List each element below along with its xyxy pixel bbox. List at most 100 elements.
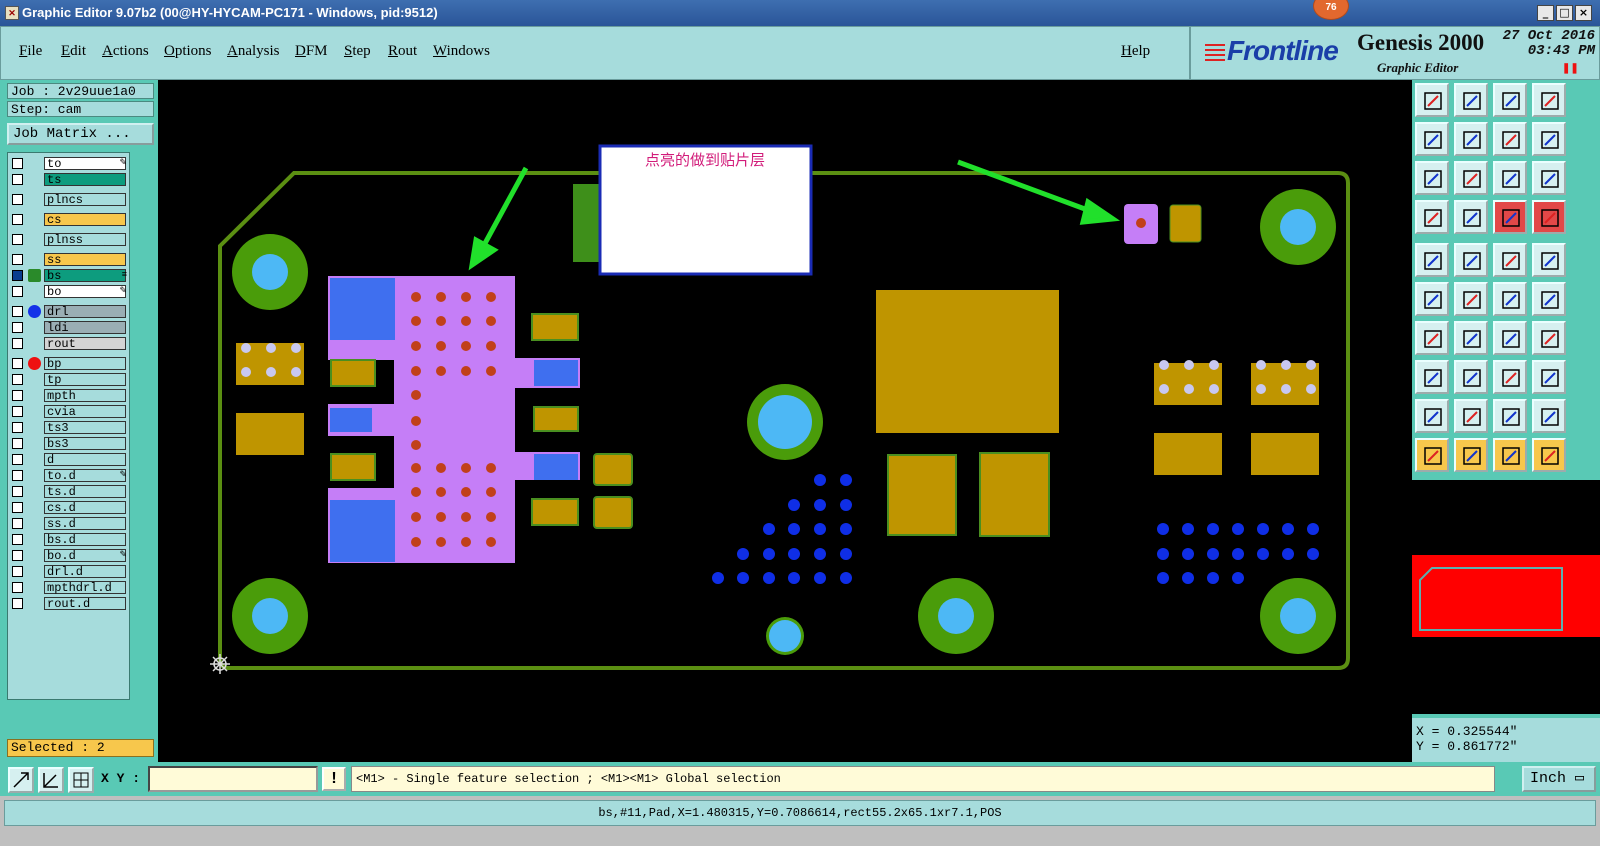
xy-input[interactable] [148,766,318,792]
arc-tool-button[interactable] [1493,399,1527,433]
layer-row[interactable]: ss.d [8,517,129,531]
home-down-tool-button[interactable] [1454,83,1488,117]
layer-name[interactable]: cvia [44,405,126,418]
measure-tool-button[interactable] [38,767,64,793]
overview-map[interactable] [1412,480,1600,714]
layer-row[interactable]: ts [8,173,129,187]
layer-row[interactable]: cs.d [8,501,129,515]
layer-name[interactable]: mpth [44,389,126,402]
pcb-view[interactable]: 点亮的做到贴片层 [158,80,1412,762]
menu-dfm[interactable]: DFM [295,43,328,60]
layer-checkbox[interactable] [12,598,23,609]
menu-windows[interactable]: Windows [433,43,490,60]
menu-options[interactable]: Options [164,43,212,60]
layer-row[interactable]: mpthdrl.d [8,581,129,595]
move-tool-button[interactable] [1493,282,1527,316]
layer-row[interactable]: bo ✎ [8,285,129,299]
layer-checkbox[interactable] [12,174,23,185]
line-node-tool-button[interactable] [1415,282,1449,316]
grid-tool-button[interactable] [68,767,94,793]
layer-name[interactable]: to [44,157,126,170]
layer-row[interactable]: rout [8,337,129,351]
overview-map-svg[interactable] [1412,480,1600,714]
mirror-tool-button[interactable] [1532,321,1566,355]
layer-row[interactable]: d [8,453,129,467]
redraw-tool-button[interactable] [1532,122,1566,156]
shape-tool-button[interactable] [1454,243,1488,277]
units-selector[interactable]: Inch ▭ [1522,766,1596,792]
angle-add-tool-button[interactable] [1415,321,1449,355]
net-tool-button[interactable] [1493,200,1527,234]
layer-name[interactable]: tp [44,373,126,386]
window-tool-button[interactable] [1532,83,1566,117]
layer-name[interactable]: drl.d [44,565,126,578]
layer-row[interactable]: drl [8,305,129,319]
pan-right-tool-button[interactable] [1454,122,1488,156]
zoom-select-tool-button[interactable] [1532,161,1566,195]
arc-edit-tool-button[interactable] [1532,399,1566,433]
minimize-button[interactable]: _ [1537,5,1554,21]
layer-checkbox[interactable] [12,270,23,281]
layer-checkbox[interactable] [12,534,23,545]
layer-row[interactable]: bs.d [8,533,129,547]
layer-name[interactable]: bo [44,285,126,298]
close-button[interactable]: × [1575,5,1592,21]
layer-name[interactable]: rout.d [44,597,126,610]
layer-name[interactable]: to.d [44,469,126,482]
menu-help[interactable]: Help [1121,43,1150,60]
rotate-tool-button[interactable] [1493,321,1527,355]
layer-checkbox[interactable] [12,158,23,169]
layer-checkbox[interactable] [12,390,23,401]
pad-edit-tool-button[interactable] [1415,360,1449,394]
layer-checkbox[interactable] [12,550,23,561]
pad-add-tool-button[interactable] [1415,243,1449,277]
select-net-tool-button[interactable] [1532,438,1566,472]
ruler-tool-button[interactable] [1493,243,1527,277]
layer-checkbox[interactable] [12,486,23,497]
layer-checkbox[interactable] [12,406,23,417]
select-tool-button[interactable] [1493,438,1527,472]
route-tool-button[interactable] [1532,282,1566,316]
fit-tool-button[interactable] [1415,161,1449,195]
menu-actions[interactable]: Actions [102,43,149,60]
layer-row[interactable]: mpth [8,389,129,403]
layer-name[interactable]: d [44,453,126,466]
layer-checkbox[interactable] [12,566,23,577]
menu-rout[interactable]: Rout [388,43,417,60]
pan-left-tool-button[interactable] [1415,122,1449,156]
layer-name[interactable]: rout [44,337,126,350]
layer-checkbox[interactable] [12,338,23,349]
layer-row[interactable]: cs [8,213,129,227]
layer-checkbox[interactable] [12,582,23,593]
pause-icon[interactable]: ❚❚ [1562,63,1579,74]
layer-name[interactable]: plncs [44,193,126,206]
snap-tool-button[interactable] [1415,200,1449,234]
layer-row[interactable]: plncs [8,193,129,207]
layer-row[interactable]: bs3 [8,437,129,451]
menu-analysis[interactable]: Analysis [227,43,280,60]
layer-name[interactable]: plnss [44,233,126,246]
layer-checkbox[interactable] [12,194,23,205]
layer-checkbox[interactable] [12,286,23,297]
layer-row[interactable]: ts3 [8,421,129,435]
layer-name[interactable]: cs.d [44,501,126,514]
layer-row[interactable]: drl.d [8,565,129,579]
maximize-button[interactable]: □ [1556,5,1573,21]
layer-checkbox[interactable] [12,322,23,333]
layer-name[interactable]: bp [44,357,126,370]
layer-row[interactable]: bp [8,357,129,371]
layer-name[interactable]: cs [44,213,126,226]
snap-tool-button[interactable] [8,767,34,793]
connect-tool-button[interactable] [1454,200,1488,234]
zoom-back-tool-button[interactable] [1493,122,1527,156]
cursor-tool-button[interactable] [1415,438,1449,472]
layer-row[interactable]: ldi [8,321,129,335]
point-tool-button[interactable] [1532,243,1566,277]
net-select-tool-button[interactable] [1532,200,1566,234]
menu-file[interactable]: File [19,43,42,60]
layer-row[interactable]: tp [8,373,129,387]
layer-name[interactable]: bs [44,269,126,282]
job-matrix-button[interactable]: Job Matrix ... [7,123,154,145]
line-draw-tool-button[interactable] [1454,321,1488,355]
layer-name[interactable]: bo.d [44,549,126,562]
